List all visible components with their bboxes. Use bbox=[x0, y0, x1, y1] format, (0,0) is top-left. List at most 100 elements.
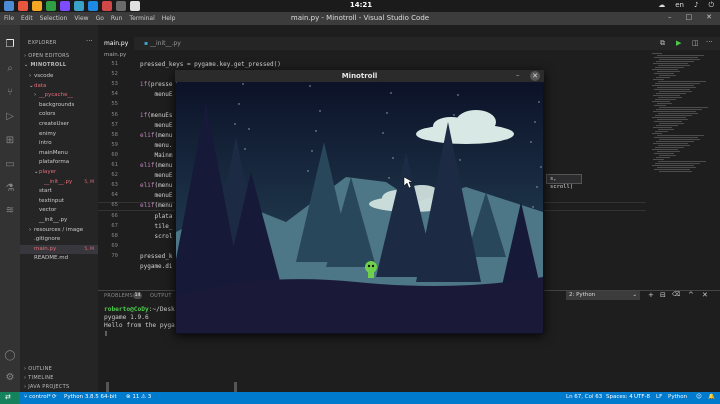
maximize-panel-icon[interactable]: ^ bbox=[688, 291, 694, 299]
menu-file[interactable]: File bbox=[4, 15, 14, 22]
code-line[interactable]: menu. bbox=[140, 142, 172, 149]
outline-section[interactable]: › OUTLINE bbox=[24, 366, 52, 372]
tab-init-py[interactable]: ▪ __init__.py bbox=[138, 37, 194, 50]
game-minimize-button[interactable]: – bbox=[516, 71, 520, 79]
code-line[interactable]: plata bbox=[140, 213, 172, 220]
menu-help[interactable]: Help bbox=[162, 15, 176, 22]
editor-more-icon[interactable]: ··· bbox=[706, 38, 713, 46]
close-panel-icon[interactable]: ✕ bbox=[702, 291, 708, 299]
discord-app-icon[interactable] bbox=[60, 1, 70, 11]
tree-item[interactable]: ⌄data bbox=[20, 82, 98, 91]
menu-go[interactable]: Go bbox=[96, 15, 104, 22]
close-window-button[interactable]: ✕ bbox=[706, 13, 712, 21]
menu-edit[interactable]: Edit bbox=[21, 15, 33, 22]
terminal-line-1[interactable]: roberto@CoDy:~/Desk bbox=[104, 306, 175, 313]
tree-item[interactable]: main.py 5, M bbox=[20, 244, 98, 254]
remote-indicator[interactable]: ⇄ bbox=[0, 392, 19, 404]
explorer-icon[interactable]: ❐ bbox=[4, 39, 16, 51]
tab-output[interactable]: OUTPUT bbox=[150, 293, 172, 299]
vscode-app-icon[interactable] bbox=[74, 1, 84, 11]
trash-icon[interactable]: ⌫ bbox=[672, 291, 680, 298]
code-line[interactable]: pygame.di bbox=[140, 263, 173, 270]
code-line[interactable]: if(menuEs bbox=[140, 112, 173, 119]
cloud-icon[interactable]: ☁ bbox=[658, 1, 665, 10]
game-close-button[interactable]: ✕ bbox=[530, 71, 540, 81]
cursor-position[interactable]: Ln 67, Col 63 bbox=[566, 394, 602, 400]
tree-item[interactable]: colors bbox=[20, 110, 98, 119]
run-file-icon[interactable]: ▶ bbox=[676, 39, 681, 47]
tree-item[interactable]: README.md bbox=[20, 254, 98, 263]
code-line[interactable]: Mainm bbox=[140, 152, 172, 159]
remote-explorer-icon[interactable]: ▭ bbox=[4, 159, 16, 171]
language-indicator[interactable]: en bbox=[675, 1, 684, 10]
code-line[interactable]: scrol bbox=[140, 233, 172, 240]
tab-problems[interactable]: PROBLEMS bbox=[104, 293, 133, 299]
account-icon[interactable]: ◯ bbox=[4, 350, 16, 362]
split-editor-icon[interactable]: ◫ bbox=[692, 39, 699, 47]
panel-scrollbar-2[interactable] bbox=[234, 382, 237, 392]
tree-item[interactable]: › __pycache__ bbox=[20, 91, 98, 100]
chrome-app-icon[interactable] bbox=[88, 1, 98, 11]
menu-view[interactable]: View bbox=[74, 15, 88, 22]
minimap[interactable] bbox=[652, 52, 712, 172]
timeline-section[interactable]: › TIMELINE bbox=[24, 375, 54, 381]
tree-item[interactable]: __init__.py 5, M bbox=[20, 178, 98, 187]
code-line[interactable]: menuE bbox=[140, 192, 172, 199]
tree-item[interactable]: start bbox=[20, 187, 98, 196]
new-terminal-icon[interactable]: + bbox=[648, 291, 654, 299]
terminal2-app-icon[interactable] bbox=[116, 1, 126, 11]
search-icon[interactable]: ⌕ bbox=[4, 63, 16, 75]
code-line[interactable]: menuE bbox=[140, 91, 172, 98]
code-line[interactable]: tile_ bbox=[140, 223, 172, 230]
minimize-window-button[interactable]: – bbox=[668, 13, 672, 21]
run-debug-icon[interactable]: ▷ bbox=[4, 111, 16, 123]
tab-main-py[interactable]: main.py bbox=[98, 37, 134, 50]
language-mode[interactable]: Python bbox=[668, 394, 687, 400]
sync-icon[interactable]: ⟳ bbox=[52, 394, 57, 400]
code-line[interactable]: elif(menu bbox=[140, 162, 173, 169]
menu-selection[interactable]: Selection bbox=[40, 15, 68, 22]
tree-item[interactable]: textinput bbox=[20, 197, 98, 206]
encoding[interactable]: UTF-8 bbox=[634, 394, 650, 400]
code-line[interactable]: elif(menu bbox=[140, 182, 173, 189]
project-section[interactable]: ⌄ MINOTROLL bbox=[24, 62, 66, 68]
tree-item[interactable]: intro bbox=[20, 139, 98, 148]
menu-run[interactable]: Run bbox=[111, 15, 123, 22]
code-line[interactable]: menuE bbox=[140, 122, 172, 129]
more-actions-icon[interactable]: ··· bbox=[86, 37, 93, 45]
end-of-line[interactable]: LF bbox=[656, 394, 662, 400]
terminal-app-icon[interactable] bbox=[18, 1, 28, 11]
tree-item[interactable]: plataforma bbox=[20, 158, 98, 167]
code-line[interactable]: if(presse bbox=[140, 81, 173, 88]
terminal-select[interactable]: 2: Python ⌄ bbox=[566, 291, 640, 300]
testing-icon[interactable]: ⚗ bbox=[4, 183, 16, 195]
tree-item[interactable]: backgrounds bbox=[20, 101, 98, 110]
extensions-icon[interactable]: ⊞ bbox=[4, 135, 16, 147]
power-icon[interactable]: ⏻ bbox=[708, 1, 714, 10]
python-interpreter[interactable]: Python 3.8.5 64-bit bbox=[64, 394, 117, 400]
code-line[interactable]: elif(menu bbox=[140, 202, 173, 209]
split-terminal-icon[interactable]: ⊟ bbox=[660, 291, 666, 299]
feedback-icon[interactable]: ☺ bbox=[696, 394, 702, 400]
code-line[interactable]: pressed_k bbox=[140, 253, 173, 260]
docker-icon[interactable]: ≋ bbox=[4, 205, 16, 217]
code-line[interactable]: pressed_keys = pygame.key.get_pressed() bbox=[140, 61, 281, 68]
system-tray[interactable]: ☁ en ♪ ⏻ bbox=[658, 1, 714, 10]
code-line[interactable]: menuE bbox=[140, 172, 172, 179]
pygame-window[interactable]: Minotroll – ✕ bbox=[175, 70, 544, 334]
tree-item[interactable]: ⌄player bbox=[20, 168, 98, 177]
tree-item[interactable]: .gitignore bbox=[20, 235, 98, 244]
tree-item[interactable]: createUser bbox=[20, 120, 98, 129]
panel-scrollbar[interactable] bbox=[106, 382, 109, 392]
volume-icon[interactable]: ♪ bbox=[694, 1, 698, 10]
tree-item[interactable]: enimy bbox=[20, 130, 98, 139]
indentation[interactable]: Spaces: 4 bbox=[606, 394, 633, 400]
manage-gear-icon[interactable]: ⚙ bbox=[4, 372, 16, 384]
source-control-icon[interactable]: ⑂ bbox=[4, 87, 16, 99]
editor-app-icon[interactable] bbox=[130, 1, 140, 11]
open-editors-section[interactable]: › OPEN EDITORS bbox=[24, 53, 69, 59]
system-clock[interactable]: 14:21 bbox=[346, 1, 376, 9]
branch-indicator[interactable]: ⑂ control* bbox=[24, 394, 51, 400]
compare-icon[interactable]: ⧉ bbox=[660, 39, 665, 48]
menu-terminal[interactable]: Terminal bbox=[129, 15, 154, 22]
